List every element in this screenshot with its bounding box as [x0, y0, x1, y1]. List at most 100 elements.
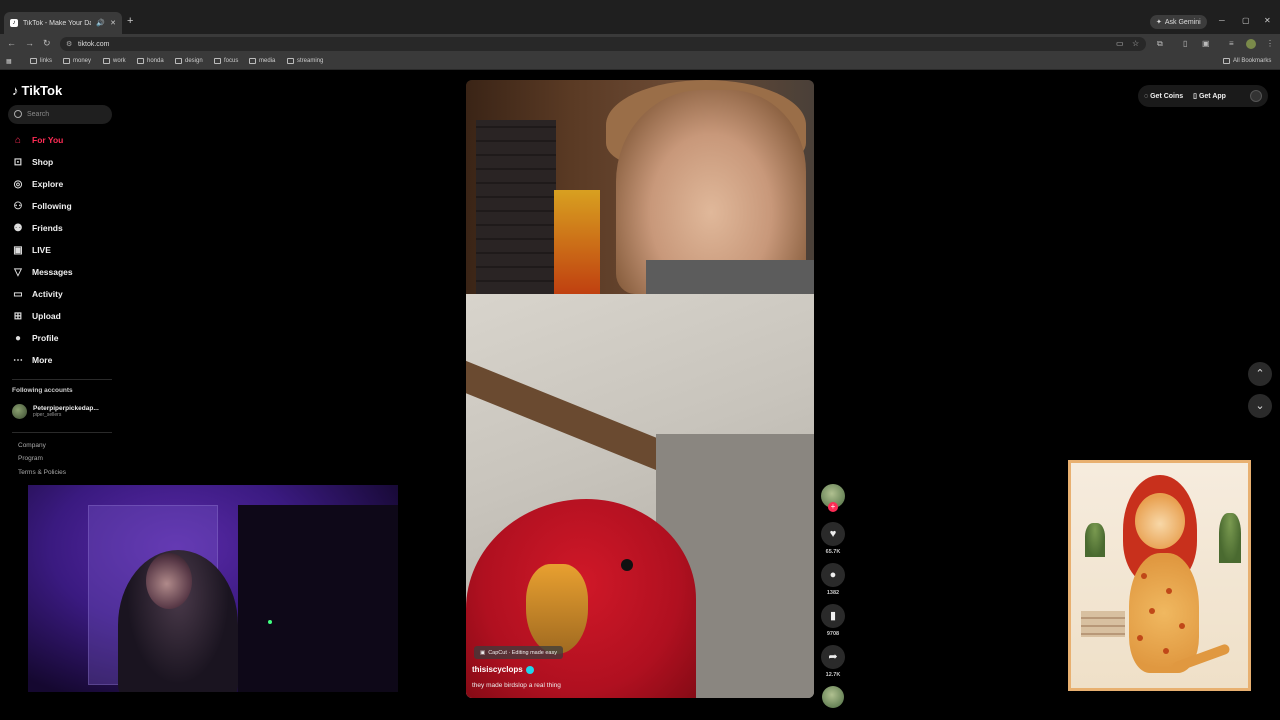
live-icon: ▣: [13, 244, 23, 256]
browser-tab[interactable]: ♪ TikTok - Make Your Day 🔊 ✕: [4, 12, 122, 34]
bookmark-folder[interactable]: focus: [214, 58, 238, 64]
share-icon: ➦: [828, 651, 838, 663]
capcut-badge[interactable]: ▣ CapCut · Editing made easy: [474, 646, 563, 659]
user-avatar[interactable]: [1250, 90, 1262, 102]
bookmark-folder[interactable]: money: [63, 58, 91, 64]
save-button[interactable]: ▮: [821, 604, 845, 628]
bookmark-folder[interactable]: streaming: [287, 58, 323, 64]
video-player[interactable]: ▣ CapCut · Editing made easy thisiscyclo…: [466, 80, 814, 698]
nav-upload[interactable]: ⊞ Upload: [12, 305, 73, 327]
cast-icon[interactable]: ▭: [1116, 39, 1124, 48]
nav-shop[interactable]: ⊡ Shop: [12, 151, 73, 173]
next-video-button[interactable]: ⌄: [1248, 394, 1272, 418]
maximize-button[interactable]: ▢: [1242, 16, 1250, 25]
search-input[interactable]: Search: [8, 105, 112, 124]
ask-gemini-label: Ask Gemini: [1164, 18, 1201, 26]
video-description: they made birdslop a real thing: [472, 682, 561, 689]
minimize-button[interactable]: ─: [1219, 16, 1225, 25]
bookmark-star-icon[interactable]: ☆: [1132, 39, 1139, 48]
footer-terms[interactable]: Terms & Policies: [18, 469, 66, 476]
sidebar-icon[interactable]: ▯: [1183, 39, 1187, 48]
all-bookmarks-label: All Bookmarks: [1233, 58, 1272, 64]
comment-count: 1382: [826, 590, 840, 596]
creator-avatar[interactable]: +: [821, 484, 845, 512]
get-coins-button[interactable]: ◌ Get Coins: [1144, 93, 1183, 100]
footer-program[interactable]: Program: [18, 455, 43, 462]
sidebar-nav: ⌂ For You ⊡ Shop ◎ Explore ⚇ Following ⚉ Frie…: [12, 129, 73, 371]
profile-avatar[interactable]: [1246, 39, 1256, 49]
folder-icon: [1223, 58, 1230, 64]
nav-activity[interactable]: ▭ Activity: [12, 283, 73, 305]
webcam-overlay: [28, 485, 398, 692]
nav-explore[interactable]: ◎ Explore: [12, 173, 73, 195]
browser-toolbar: ← → ↻ ⚙ tiktok.com ▭ ☆ ⧉ ▯ ▣ ≡ ⋮: [0, 34, 1280, 54]
sound-disc-avatar[interactable]: [822, 686, 844, 708]
cheetah-spot: [1149, 608, 1155, 614]
bookmark-label: work: [113, 58, 126, 64]
like-button[interactable]: ♥: [821, 522, 845, 546]
avatar: [12, 404, 27, 419]
wall-poster: [554, 190, 600, 294]
cheetah-spot: [1163, 648, 1169, 654]
previous-video-button[interactable]: ⌃: [1248, 362, 1272, 386]
search-icon: [14, 110, 22, 118]
nav-label: For You: [32, 135, 64, 145]
share-count: 12.7K: [825, 672, 841, 678]
forward-button[interactable]: →: [25, 38, 34, 48]
ask-gemini-button[interactable]: ✦ Ask Gemini: [1150, 15, 1207, 29]
reload-button[interactable]: ↻: [43, 38, 51, 49]
site-info-icon[interactable]: ⚙: [66, 40, 72, 48]
url-text: tiktok.com: [78, 40, 110, 48]
share-button[interactable]: ➦: [821, 645, 845, 669]
folder-icon: [249, 58, 256, 64]
menu-lines-icon[interactable]: ≡: [1229, 39, 1234, 48]
webcam-led: [268, 620, 272, 624]
save-count: 9708: [826, 631, 840, 637]
capcut-label: CapCut · Editing made easy: [488, 649, 557, 656]
address-bar[interactable]: ⚙ tiktok.com: [60, 37, 1146, 51]
nav-more[interactable]: ⋯ More: [12, 349, 73, 371]
get-app-label: Get App: [1198, 93, 1226, 100]
tiktok-logo[interactable]: ♪ TikTok: [12, 83, 62, 98]
nav-live[interactable]: ▣ LIVE: [12, 239, 73, 261]
follow-plus-icon[interactable]: +: [828, 502, 838, 512]
get-coins-label: Get Coins: [1150, 92, 1184, 100]
person-shirt: [646, 260, 814, 294]
comment-icon: ●: [829, 569, 837, 581]
bookmark-folder[interactable]: media: [249, 58, 275, 64]
footer-company[interactable]: Company: [18, 442, 46, 449]
bookmark-folder[interactable]: work: [103, 58, 126, 64]
compass-icon: ◎: [13, 178, 23, 190]
cheetah-face: [1135, 493, 1185, 549]
bookmark-folder[interactable]: links: [30, 58, 52, 64]
new-tab-button[interactable]: +: [127, 15, 133, 27]
speaker-icon[interactable]: 🔊: [96, 19, 105, 27]
bookmark-folder[interactable]: honda: [137, 58, 164, 64]
nav-friends[interactable]: ⚉ Friends: [12, 217, 73, 239]
video-author[interactable]: thisiscyclops: [472, 665, 534, 674]
nav-for-you[interactable]: ⌂ For You: [12, 129, 73, 151]
nav-label: Profile: [32, 333, 59, 343]
screenshot-icon[interactable]: ▣: [1202, 39, 1210, 48]
folder-icon: [137, 58, 144, 64]
cheetah-spot: [1179, 623, 1185, 629]
kebab-menu-icon[interactable]: ⋮: [1266, 39, 1274, 48]
apps-grid-icon[interactable]: ▦: [6, 58, 12, 65]
home-icon: ⌂: [14, 134, 22, 146]
chevron-down-icon: ⌄: [1255, 400, 1265, 412]
bookmark-folder[interactable]: design: [175, 58, 203, 64]
all-bookmarks[interactable]: All Bookmarks: [1223, 58, 1271, 64]
nav-profile[interactable]: ● Profile: [12, 327, 73, 349]
get-app-button[interactable]: ▯ Get App: [1193, 92, 1226, 100]
close-tab-icon[interactable]: ✕: [110, 19, 116, 27]
extensions-icon[interactable]: ⧉: [1157, 39, 1163, 49]
sidebar-divider: [12, 432, 112, 433]
nav-following[interactable]: ⚇ Following: [12, 195, 73, 217]
cheetah-spot: [1137, 635, 1143, 641]
nav-messages[interactable]: ▽ Messages: [12, 261, 73, 283]
close-window-button[interactable]: ✕: [1264, 16, 1271, 25]
following-account[interactable]: Peterpiperpickedap... piper_sellers: [12, 404, 99, 419]
comment-button[interactable]: ●: [821, 563, 845, 587]
bookmark-label: money: [73, 58, 92, 64]
back-button[interactable]: ←: [7, 38, 16, 48]
